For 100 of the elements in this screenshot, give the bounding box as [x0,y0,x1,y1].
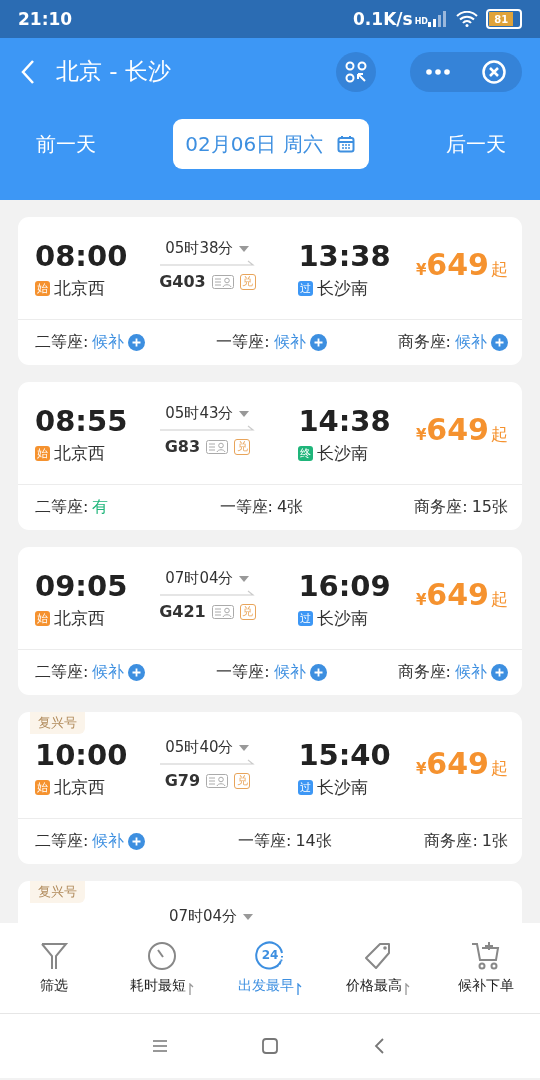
exchange-tag: 兑 [239,273,256,290]
duration: 07时04分 [168,907,238,923]
arrival-station: 长沙南 [317,607,369,630]
seat-availability[interactable]: 候补 [273,662,306,683]
departure-station: 北京西 [54,442,105,465]
caret-icon[interactable] [243,913,254,920]
exchange-tag: 兑 [234,438,251,455]
departure-time: 09:05 [35,569,129,603]
caret-icon[interactable] [239,245,250,252]
departure-station: 北京西 [54,607,105,630]
seat-availability[interactable]: 候补 [273,332,306,353]
id-card-icon [211,604,234,619]
seat-availability: 4张 [276,497,304,518]
exchange-tag: 兑 [239,603,256,620]
more-icon [426,68,450,75]
seat-class-label: 一等座: [216,662,270,683]
arrival-time: 13:38 [298,239,392,273]
station-tag: 始 [35,281,50,296]
seat-class-label: 二等座: [35,332,89,353]
toolbar-tab[interactable]: 耗时最短 [108,923,216,1013]
seat-class-label: 二等座: [35,662,89,683]
previous-day-button[interactable]: 前一天 [36,130,96,158]
home-icon[interactable] [260,1036,280,1056]
scan-button[interactable] [336,51,376,92]
add-icon[interactable] [128,833,146,850]
id-card-icon [206,773,229,788]
station-tag: 始 [35,446,50,461]
departure-time: 08:00 [35,239,129,273]
toolbar-tab[interactable]: 24 出发最早 [216,923,324,1013]
train-number: G83 [164,437,201,456]
add-icon[interactable] [128,664,146,681]
station-tag: 终 [298,446,314,461]
toolbar-tab[interactable]: 筛选 [0,923,108,1013]
battery-icon: 81 [486,9,522,29]
duration: 05时40分 [165,738,234,757]
add-icon[interactable] [309,664,327,681]
arrival-station: 长沙南 [317,776,369,799]
train-card[interactable]: 09:05 始 北京西 07时04分 G421 兑 16:09 过 长沙南 ¥649 起 二等座: 候补 一等座: 候补 商务座: 候补 [18,547,522,695]
seat-class-label: 一等座: [238,831,292,852]
seat-availability[interactable]: 候补 [92,831,125,852]
train-type-badge: 复兴号 [30,881,85,903]
arrival-station: 长沙南 [317,442,369,465]
wifi-icon [456,11,478,27]
seat-availability[interactable]: 候补 [455,332,487,353]
arrival-station: 长沙南 [317,277,369,300]
train-card[interactable]: 复兴号 07时04分 [18,881,522,923]
date-picker[interactable]: 02月06日 周六 [173,119,369,169]
station-tag: 始 [35,611,50,626]
duration: 07时04分 [165,569,234,588]
id-card-icon [206,439,229,454]
filter-icon [38,941,70,971]
add-icon[interactable] [309,334,327,351]
seat-availability[interactable]: 候补 [92,332,125,353]
arrival-time: 16:09 [298,569,392,603]
signal-icon [428,11,448,27]
add-icon[interactable] [128,334,146,351]
seat-availability[interactable]: 候补 [92,662,125,683]
seat-availability: 15张 [471,497,508,518]
departure-time: 08:55 [35,404,129,438]
seat-class-label: 一等座: [216,332,270,353]
station-tag: 过 [298,281,314,296]
caret-icon[interactable] [239,575,250,582]
arrival-time: 15:40 [298,738,392,772]
station-tag: 过 [298,780,314,795]
price: ¥649 起 [415,246,509,284]
price: ¥649 起 [415,745,509,783]
calendar-icon [336,135,355,153]
seat-availability[interactable]: 候补 [455,662,487,683]
train-number: G421 [159,602,206,621]
seat-availability: 1张 [481,831,508,852]
duration: 05时43分 [165,404,234,423]
seat-class-label: 一等座: [219,497,273,518]
page-title: 北京 - 长沙 [56,57,171,86]
seat-class-label: 商务座: [397,662,451,683]
seat-class-label: 商务座: [397,332,451,353]
departure-time: 10:00 [35,738,129,772]
exchange-tag: 兑 [234,772,251,789]
train-card[interactable]: 08:55 始 北京西 05时43分 G83 兑 14:38 终 长沙南 ¥649 起 二等座: 有 一等座: 4张 商务座: 15张 [18,382,522,530]
train-card[interactable]: 08:00 始 北京西 05时38分 G403 兑 13:38 过 长沙南 ¥649 起 二等座: 候补 一等座: 候补 商务座: 候补 [18,217,522,365]
station-tag: 过 [298,611,314,626]
departure-station: 北京西 [54,776,105,799]
clock: 21:10 [18,9,73,29]
toolbar-tab[interactable]: 候补下单 [432,923,540,1013]
stopwatch-icon [146,941,178,971]
seat-class-label: 商务座: [414,497,468,518]
scan-icon [345,60,367,83]
seat-class-label: 二等座: [35,831,89,852]
train-card[interactable]: 复兴号 10:00 始 北京西 05时40分 G79 兑 15:40 过 长沙南 ¥649 起 二等座: 候补 一等座: 14张 商务座: 1张 [18,712,522,864]
departure-station: 北京西 [54,277,105,300]
add-icon[interactable] [491,334,508,351]
caret-icon[interactable] [239,744,250,751]
arrival-time: 14:38 [298,404,392,438]
caret-icon[interactable] [239,410,250,417]
add-icon[interactable] [491,664,508,681]
seat-class-label: 二等座: [35,497,89,518]
back-icon[interactable] [20,58,36,85]
id-card-icon [211,274,234,289]
next-day-button[interactable]: 后一天 [446,130,506,158]
toolbar-tab[interactable]: 价格最高 [324,923,432,1013]
price: ¥649 起 [415,411,509,449]
